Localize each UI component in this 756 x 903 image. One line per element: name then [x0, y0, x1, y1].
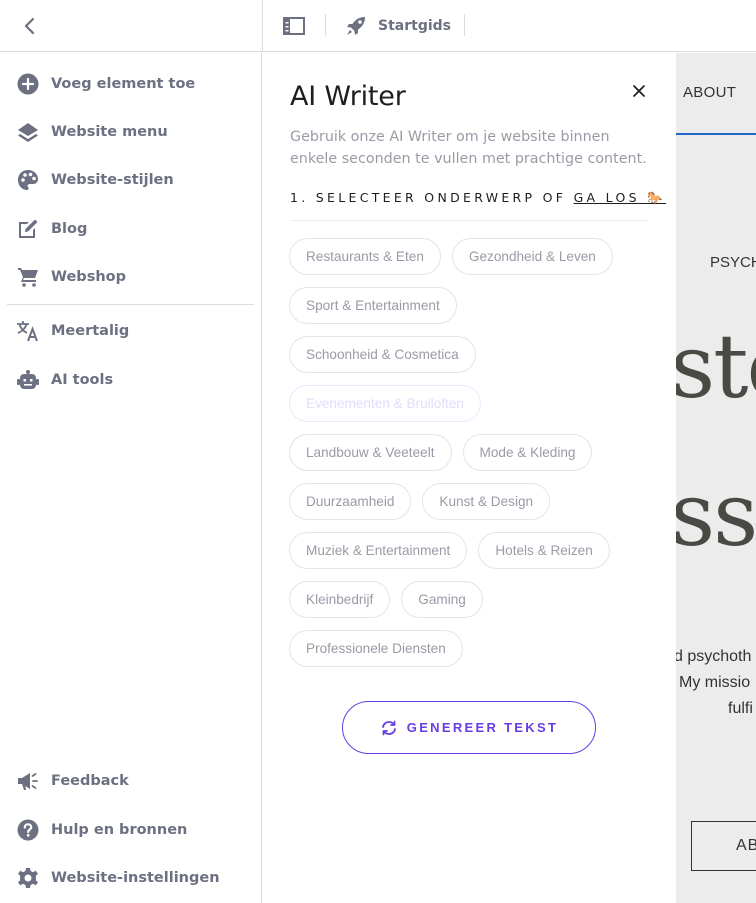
sidebar-item-ai-tools[interactable]: AI tools — [16, 364, 113, 396]
topic-chip[interactable]: Professionele Diensten — [289, 630, 463, 667]
start-guide-label: Startgids — [378, 18, 451, 34]
preview-cta-label: AB — [736, 837, 756, 854]
translate-icon — [16, 319, 40, 343]
preview-nav-about[interactable]: ABOUT — [683, 84, 736, 101]
back-button[interactable] — [18, 14, 42, 38]
sidebar-item-label: Voeg element toe — [51, 76, 196, 92]
palette-icon — [16, 168, 40, 192]
robot-icon — [16, 368, 40, 392]
layers-icon — [16, 120, 40, 144]
racehorse-icon: 🐎 — [647, 190, 667, 205]
top-bar: Startgids — [0, 0, 756, 52]
sidebar-item-website-styles[interactable]: Website-stijlen — [16, 164, 174, 196]
sidebar-item-label: Webshop — [51, 269, 126, 285]
topic-chip[interactable]: Gaming — [401, 581, 483, 618]
topic-chip[interactable]: Mode & Kleding — [462, 434, 593, 471]
sidebar-layout-icon — [283, 17, 305, 35]
sidebar-item-label: Meertalig — [51, 323, 130, 339]
toggle-sidebar-button[interactable] — [282, 14, 306, 38]
sidebar-item-webshop[interactable]: Webshop — [16, 261, 126, 293]
start-guide-button[interactable]: Startgids — [344, 12, 451, 40]
sidebar-item-blog[interactable]: Blog — [16, 213, 87, 245]
sidebar-item-multilingual[interactable]: Meertalig — [16, 315, 129, 347]
help-circle-icon — [16, 818, 40, 842]
go-wild-label: GA LOS — [573, 190, 640, 205]
panel-description: Gebruik onze AI Writer om je website bin… — [290, 129, 647, 167]
preview-body-line: My missio — [679, 674, 751, 691]
preview-nav-underline — [676, 133, 756, 135]
topic-chips: Restaurants & Eten Gezondheid & Leven Sp… — [289, 238, 659, 667]
sidebar-item-label: Blog — [51, 221, 88, 237]
step-label: 1. SELECTEER ONDERWERP OF GA LOS 🐎 — [290, 190, 666, 206]
close-button[interactable] — [629, 81, 649, 101]
close-icon — [633, 85, 645, 97]
preview-eyebrow: PSYCH — [710, 254, 756, 271]
topbar-separator — [464, 14, 465, 36]
gear-icon — [16, 866, 40, 890]
topic-chip[interactable]: Schoonheid & Cosmetica — [289, 336, 476, 373]
refresh-icon — [381, 720, 396, 735]
rocket-icon — [347, 17, 365, 35]
generate-text-label: GENEREER TEKST — [406, 720, 559, 735]
sidebar-item-label: Hulp en bronnen — [51, 822, 188, 838]
generate-text-button[interactable]: GENEREER TEKST — [342, 701, 596, 754]
sidebar-item-help[interactable]: Hulp en bronnen — [16, 814, 187, 846]
preview-headline-line-1: ste — [676, 315, 756, 418]
megaphone-icon — [16, 769, 40, 793]
step-divider — [290, 220, 648, 221]
sidebar-item-label: Website-instellingen — [51, 870, 220, 886]
ai-writer-panel: AI Writer Gebruik onze AI Writer om je w… — [263, 53, 676, 903]
preview-headline-line-2: sse — [676, 463, 756, 566]
sidebar-item-label: Website menu — [51, 124, 168, 140]
sidebar-item-label: Website-stijlen — [51, 172, 174, 188]
sidebar: Voeg element toe Website menu Website-st… — [0, 53, 262, 903]
preview-cta-button[interactable]: AB — [691, 821, 756, 871]
panel-title: AI Writer — [290, 81, 406, 112]
chevron-left-icon — [24, 17, 35, 35]
sidebar-item-add-element[interactable]: Voeg element toe — [16, 68, 195, 100]
topic-chip[interactable]: Restaurants & Eten — [289, 238, 441, 275]
sidebar-item-label: Feedback — [51, 773, 129, 789]
topic-chip[interactable]: Evenementen & Bruiloften — [289, 385, 481, 422]
step-text: 1. SELECTEER ONDERWERP OF — [290, 190, 574, 205]
sidebar-divider — [7, 304, 254, 305]
sidebar-item-label: AI tools — [51, 372, 114, 388]
topic-chip[interactable]: Landbouw & Veeteelt — [289, 434, 452, 471]
topic-chip[interactable]: Kunst & Design — [422, 483, 551, 520]
topbar-separator — [325, 14, 326, 36]
website-preview: ABOUT PSYCH ste sse d psychoth My missio… — [676, 53, 756, 903]
topic-chip[interactable]: Gezondheid & Leven — [451, 238, 613, 275]
sidebar-item-feedback[interactable]: Feedback — [16, 765, 129, 797]
topic-chip[interactable]: Kleinbedrijf — [289, 581, 391, 618]
sidebar-item-website-menu[interactable]: Website menu — [16, 116, 168, 148]
sidebar-item-website-settings[interactable]: Website-instellingen — [16, 862, 220, 894]
preview-body-line: d psychoth — [676, 648, 752, 665]
topic-chip[interactable]: Sport & Entertainment — [289, 287, 457, 324]
topic-chip[interactable]: Duurzaamheid — [289, 483, 412, 520]
go-wild-link[interactable]: GA LOS 🐎 — [574, 190, 666, 205]
cart-icon — [16, 265, 40, 289]
edit-icon — [16, 217, 40, 241]
plus-circle-icon — [16, 72, 40, 96]
topic-chip[interactable]: Hotels & Reizen — [478, 532, 610, 569]
preview-body-line: fulfi — [728, 700, 753, 717]
topic-chip[interactable]: Muziek & Entertainment — [289, 532, 468, 569]
topbar-divider — [262, 0, 263, 52]
